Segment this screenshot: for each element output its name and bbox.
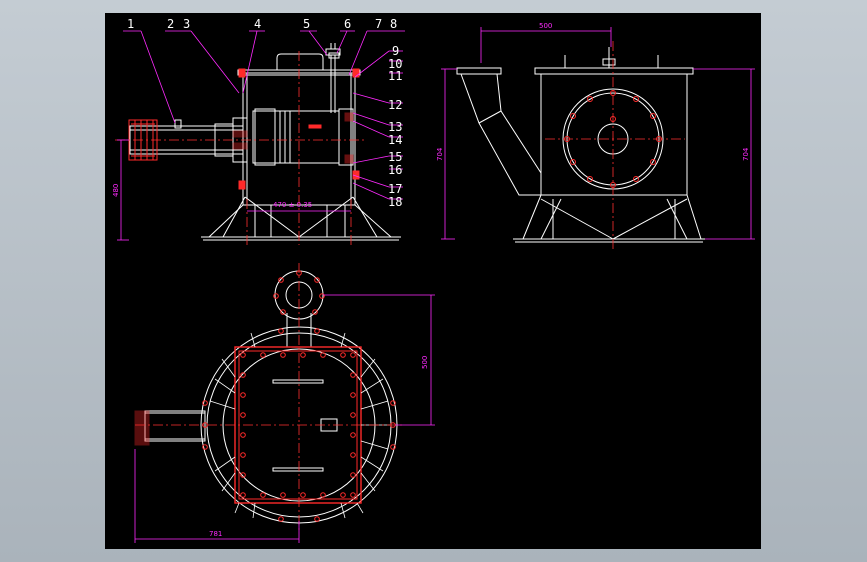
balloon-8: 8 — [390, 17, 397, 31]
side-dimensions — [441, 27, 755, 240]
balloon-11: 11 — [388, 69, 402, 83]
cad-drawing-canvas: 480 470 ± 0.35 1 2 3 4 5 6 7 8 9 10 11 1… — [105, 13, 761, 549]
balloon-16: 16 — [388, 163, 402, 177]
balloon-18: 18 — [388, 195, 402, 209]
balloon-13: 13 — [388, 120, 402, 134]
balloon-12: 12 — [388, 98, 402, 112]
plan-view — [144, 270, 398, 524]
plan-centerlines — [135, 263, 405, 533]
side-centerlines — [545, 41, 685, 249]
balloon-5: 5 — [303, 17, 310, 31]
balloon-15: 15 — [388, 150, 402, 164]
balloon-14: 14 — [388, 133, 402, 147]
dim-side-height-right: 704 — [742, 147, 750, 161]
cad-drawing: 480 470 ± 0.35 1 2 3 4 5 6 7 8 9 10 11 1… — [112, 17, 755, 543]
plan-dimensions — [134, 294, 435, 543]
balloon-1: 1 — [127, 17, 134, 31]
dim-center-span: 470 ± 0.35 — [273, 201, 312, 209]
dim-front-height: 480 — [112, 184, 120, 197]
side-top-flange — [534, 67, 694, 75]
balloon-2: 2 — [167, 17, 174, 31]
balloon-6: 6 — [344, 17, 351, 31]
dim-plan-width: 781 — [209, 530, 222, 538]
balloon-4: 4 — [254, 17, 261, 31]
dim-top-width: 500 — [539, 22, 552, 30]
lid-handle — [276, 53, 324, 70]
balloon-leaders — [123, 30, 405, 200]
dim-side-height-left: 704 — [436, 147, 444, 161]
balloon-17: 17 — [388, 182, 402, 196]
side-view — [456, 47, 705, 243]
front-hatching — [131, 68, 360, 190]
balloon-9: 9 — [392, 44, 399, 58]
dim-plan-offset: 500 — [421, 356, 429, 369]
balloon-3: 3 — [183, 17, 190, 31]
balloon-7: 7 — [375, 17, 382, 31]
